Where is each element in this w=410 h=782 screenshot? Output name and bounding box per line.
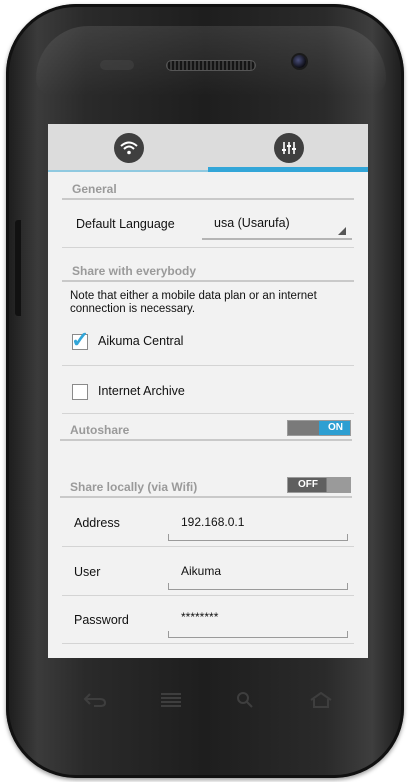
internet-archive-checkbox[interactable] <box>72 384 88 400</box>
search-icon[interactable] <box>230 690 260 710</box>
earpiece-speaker <box>166 60 256 71</box>
divider <box>62 413 354 414</box>
divider <box>62 365 354 366</box>
autoshare-toggle-label: ON <box>328 422 343 433</box>
proximity-sensor <box>100 60 134 70</box>
tab-bar <box>48 124 368 172</box>
address-field[interactable] <box>168 534 348 541</box>
checkmark-icon: ✓ <box>71 327 90 352</box>
tab-underline-active <box>208 167 368 172</box>
user-value: Aikuma <box>181 564 222 578</box>
back-icon[interactable] <box>80 690 110 710</box>
divider <box>62 247 354 248</box>
divider <box>62 643 354 644</box>
user-label: User <box>74 565 101 579</box>
address-value: 192.168.0.1 <box>181 515 245 529</box>
autoshare-toggle[interactable]: ON <box>287 420 351 436</box>
divider <box>62 595 354 596</box>
app-screen: General Default Language usa (Usarufa) S… <box>48 124 368 658</box>
divider <box>62 546 354 547</box>
internet-archive-label: Internet Archive <box>98 384 185 398</box>
general-header: General <box>62 178 354 200</box>
share-note: Note that either a mobile data plan or a… <box>70 290 317 315</box>
password-label: Password <box>74 613 129 627</box>
dropdown-arrow-icon <box>338 227 346 235</box>
aikuma-central-label: Aikuma Central <box>98 334 184 348</box>
tab-wifi[interactable] <box>48 124 208 172</box>
tab-underline <box>48 170 208 172</box>
wifi-icon <box>114 133 144 163</box>
sliders-icon <box>274 133 304 163</box>
tab-settings[interactable] <box>208 124 368 172</box>
home-icon[interactable] <box>306 690 336 710</box>
share-locally-toggle[interactable]: OFF <box>287 477 351 493</box>
language-spinner[interactable]: usa (Usarufa) <box>202 214 352 240</box>
menu-icon[interactable] <box>156 690 186 710</box>
aikuma-central-checkbox[interactable]: ✓ <box>71 327 89 352</box>
share-locally-toggle-label: OFF <box>298 479 318 490</box>
address-label: Address <box>74 516 120 530</box>
default-language-label: Default Language <box>76 217 175 231</box>
language-value: usa (Usarufa) <box>214 216 290 230</box>
password-value: ******** <box>181 610 219 624</box>
side-volume-button <box>15 220 21 316</box>
password-field[interactable] <box>168 631 348 638</box>
share-header: Share with everybody <box>62 260 354 282</box>
front-camera <box>293 55 306 68</box>
user-field[interactable] <box>168 583 348 590</box>
